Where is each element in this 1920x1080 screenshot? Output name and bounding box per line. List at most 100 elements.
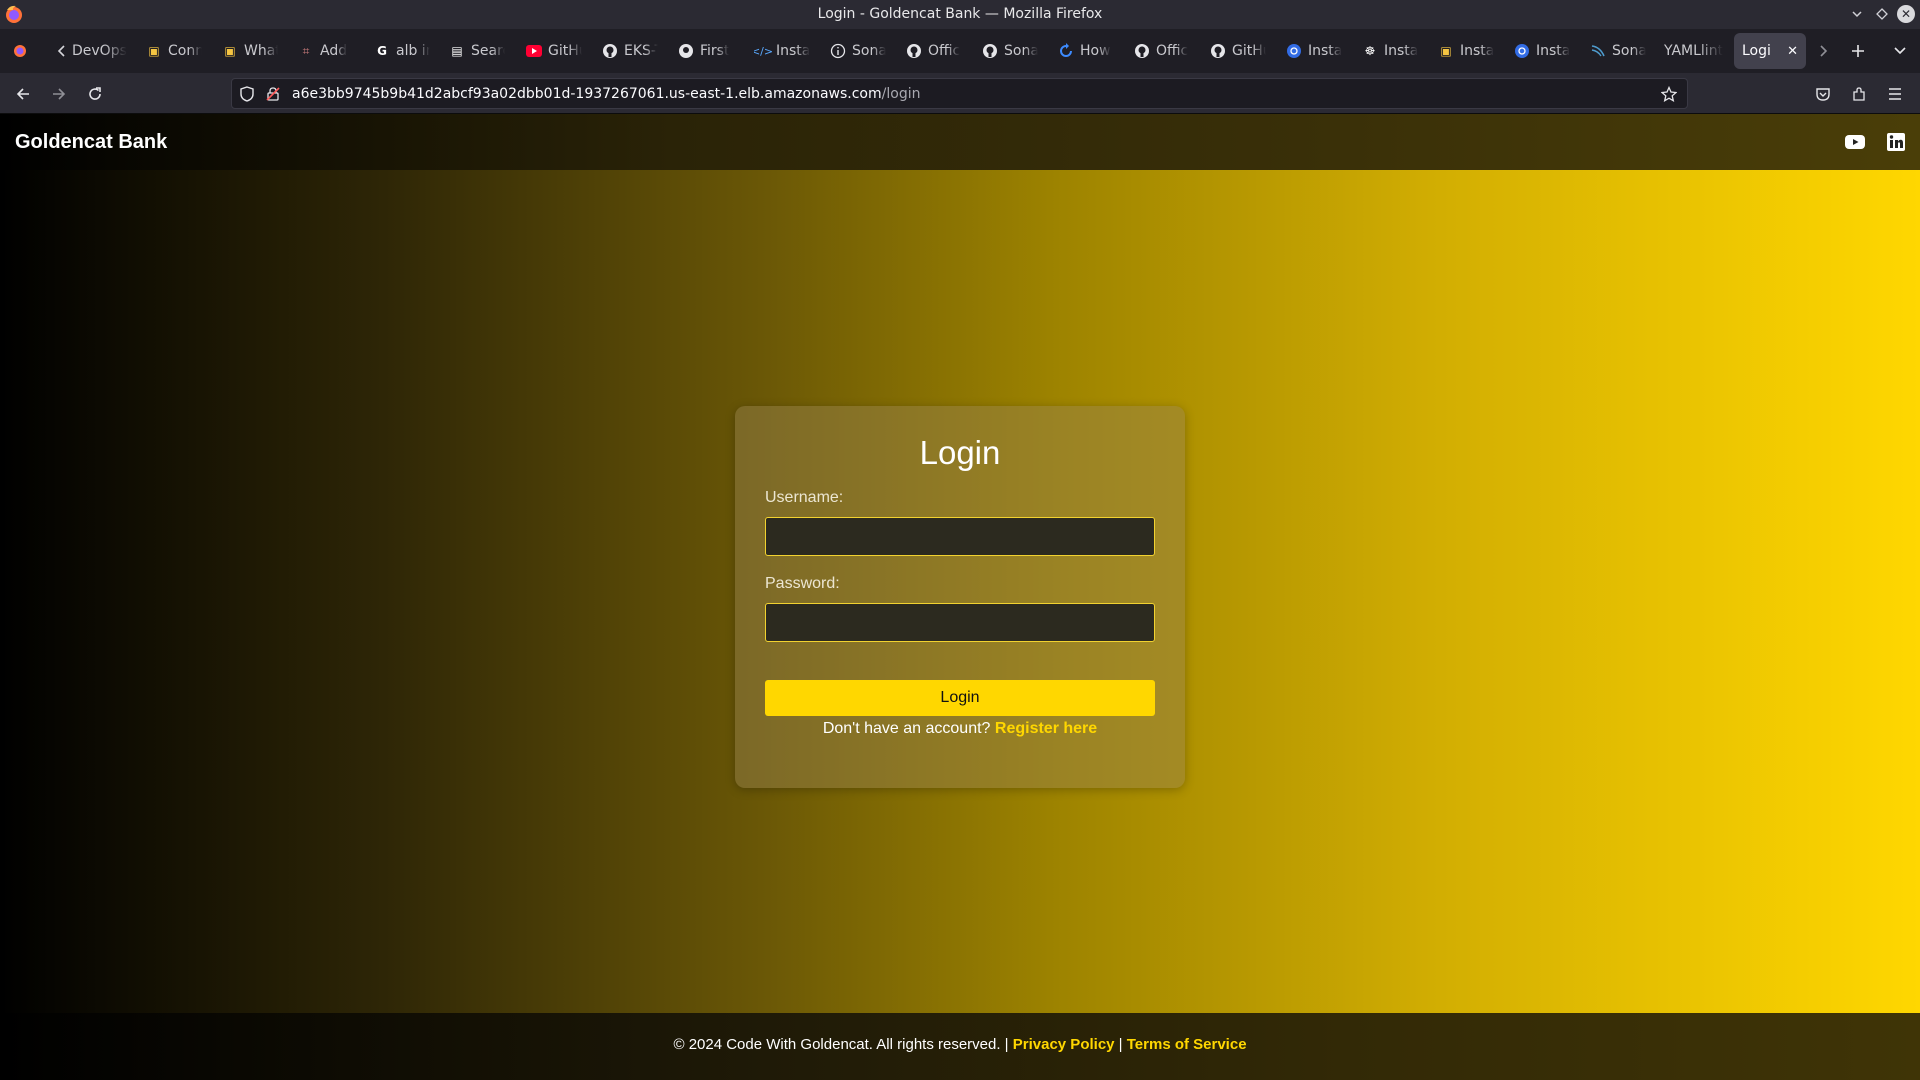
tab-alb[interactable]: G alb in <box>374 33 430 69</box>
site-footer: © 2024 Code With Goldencat. All rights r… <box>0 1013 1920 1080</box>
tab-strip: DevOps ▣ Conn ▣ What ⌗ Add G alb in ▤ Se… <box>0 29 1920 73</box>
scroll-tabs-left-icon[interactable] <box>50 39 74 63</box>
reload-icon[interactable] <box>82 81 108 107</box>
tab-label: What <box>244 43 278 59</box>
footer-separator: | <box>1118 1036 1123 1053</box>
tab-label: Sona <box>852 43 886 59</box>
tab-sona-gh[interactable]: Sona <box>982 33 1038 69</box>
tab-conn[interactable]: ▣ Conn <box>146 33 202 69</box>
tab-label: Login <box>1742 43 1771 59</box>
pocket-icon[interactable] <box>1810 81 1836 107</box>
username-input[interactable] <box>765 517 1155 556</box>
list-all-tabs-icon[interactable] <box>1888 39 1912 63</box>
tab-what[interactable]: ▣ What <box>222 33 278 69</box>
tab-yamllint[interactable]: YAMLlint <box>1664 33 1732 69</box>
window-title: Login - Goldencat Bank — Mozilla Firefox <box>817 6 1103 22</box>
search-site-icon: ▤ <box>451 44 463 58</box>
package-icon: ▣ <box>1440 44 1452 58</box>
tab-label: Add <box>320 43 348 59</box>
extensions-icon[interactable] <box>1846 81 1872 107</box>
linkedin-icon[interactable] <box>1885 131 1907 153</box>
tab-login-active[interactable]: Login ✕ <box>1734 33 1806 69</box>
site-header: Goldencat Bank <box>0 114 1920 170</box>
footer-copyright: © 2024 Code With Goldencat. All rights r… <box>673 1036 1009 1053</box>
info-icon <box>830 43 846 59</box>
terms-of-service-link[interactable]: Terms of Service <box>1127 1036 1247 1053</box>
tab-label: Insta <box>776 43 810 59</box>
insecure-lock-icon[interactable] <box>264 85 282 103</box>
window-titlebar: Login - Goldencat Bank — Mozilla Firefox… <box>0 0 1920 29</box>
back-icon[interactable] <box>10 81 36 107</box>
octopus-icon <box>678 43 694 59</box>
tab-search[interactable]: ▤ Searc <box>449 33 505 69</box>
github-icon <box>1210 43 1226 59</box>
kubernetes-icon <box>1286 43 1302 59</box>
tab-add[interactable]: ⌗ Add <box>298 33 354 69</box>
package-icon: ▣ <box>224 44 236 58</box>
tab-eks[interactable]: EKS-T <box>602 33 658 69</box>
tab-label: Sona <box>1004 43 1038 59</box>
tab-label: GitHu <box>548 43 582 59</box>
tab-how[interactable]: How <box>1058 33 1114 69</box>
firefox-view-icon[interactable] <box>8 39 32 63</box>
tab-insta-code[interactable]: </> Insta <box>754 33 810 69</box>
login-submit-button[interactable]: Login <box>765 680 1155 716</box>
bookmark-star-icon[interactable] <box>1660 85 1678 103</box>
tab-offic-1[interactable]: Offic <box>906 33 962 69</box>
minimize-icon[interactable] <box>1848 5 1866 23</box>
register-link[interactable]: Register here <box>995 720 1097 737</box>
tab-label: GitHu <box>1232 43 1266 59</box>
tab-label: Insta <box>1536 43 1570 59</box>
tab-github[interactable]: GitHu <box>1210 33 1266 69</box>
helm-icon: ☸ <box>1364 44 1376 58</box>
tab-label: alb in <box>396 43 430 59</box>
register-prompt: Don't have an account? Register here <box>735 720 1185 738</box>
app-menu-hamburger-icon[interactable] <box>1882 81 1908 107</box>
google-icon: G <box>377 44 387 58</box>
tab-insta-k8s-2[interactable]: Insta <box>1514 33 1570 69</box>
tab-label: Sona <box>1612 43 1646 59</box>
tab-devops[interactable]: DevOps <box>72 33 134 69</box>
github-icon <box>602 43 618 59</box>
tab-label: EKS-T <box>624 43 658 59</box>
new-tab-icon[interactable] <box>1846 39 1870 63</box>
refresh-blue-icon <box>1058 43 1074 59</box>
privacy-policy-link[interactable]: Privacy Policy <box>1013 1036 1115 1053</box>
tab-label: Offic <box>1156 43 1189 59</box>
tab-sona-info[interactable]: Sona <box>830 33 886 69</box>
register-prompt-text: Don't have an account? <box>822 720 991 737</box>
tab-github-yt[interactable]: GitHu <box>526 33 582 69</box>
tab-label: YAMLlint <box>1664 43 1724 59</box>
username-label: Username: <box>765 489 844 506</box>
address-bar[interactable]: a6e3bb9745b9b41d2abcf93a02dbb01d-1937267… <box>231 78 1688 109</box>
password-label: Password: <box>765 575 840 592</box>
url-text[interactable]: a6e3bb9745b9b41d2abcf93a02dbb01d-1937267… <box>292 86 920 102</box>
package-icon: ▣ <box>148 44 160 58</box>
kubernetes-icon <box>1514 43 1530 59</box>
tab-insta-k8s-1[interactable]: Insta <box>1286 33 1342 69</box>
tab-sona-wave[interactable]: Sona <box>1590 33 1646 69</box>
tab-first[interactable]: First <box>678 33 734 69</box>
password-input[interactable] <box>765 603 1155 642</box>
navigation-toolbar: a6e3bb9745b9b41d2abcf93a02dbb01d-1937267… <box>0 73 1920 114</box>
forward-icon[interactable] <box>46 81 72 107</box>
tab-insta-pkg[interactable]: ▣ Insta <box>1438 33 1494 69</box>
tracking-protection-shield-icon[interactable] <box>238 85 256 103</box>
github-icon <box>982 43 998 59</box>
url-host: a6e3bb9745b9b41d2abcf93a02dbb01d-1937267… <box>292 86 882 102</box>
youtube-icon <box>526 43 542 59</box>
scroll-tabs-right-icon[interactable] <box>1811 39 1835 63</box>
maximize-icon[interactable] <box>1873 5 1891 23</box>
site-brand[interactable]: Goldencat Bank <box>15 131 167 154</box>
youtube-icon[interactable] <box>1844 131 1866 153</box>
tab-insta-helm[interactable]: ☸ Insta <box>1362 33 1418 69</box>
tab-offic-2[interactable]: Offic <box>1134 33 1190 69</box>
tab-label: Insta <box>1460 43 1494 59</box>
url-path: /login <box>881 86 921 102</box>
aws-icon: ⌗ <box>302 44 310 58</box>
tab-label: Insta <box>1308 43 1342 59</box>
login-title: Login <box>919 434 1001 471</box>
code-icon: </> <box>754 44 774 58</box>
close-window-icon[interactable]: ✕ <box>1897 5 1915 23</box>
close-tab-icon[interactable]: ✕ <box>1787 44 1798 59</box>
